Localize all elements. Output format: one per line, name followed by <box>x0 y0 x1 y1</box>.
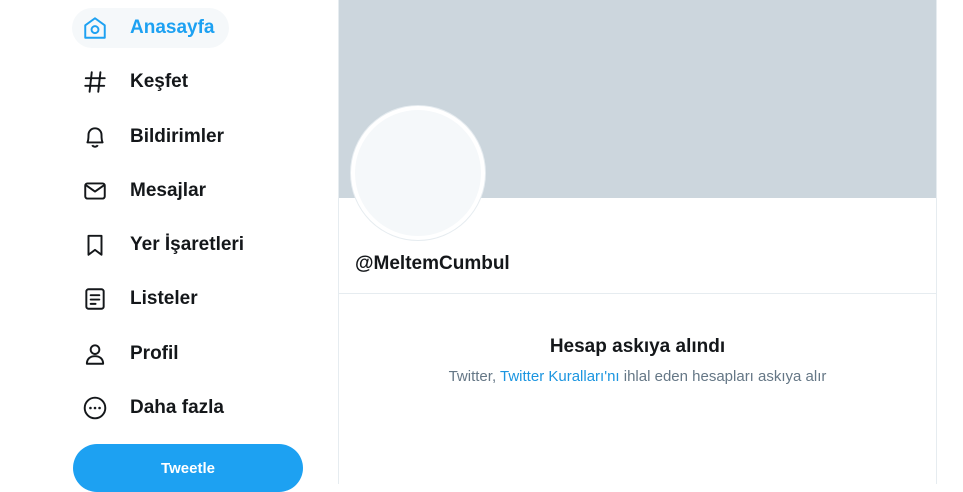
sidebar-item-label: Profil <box>130 343 179 364</box>
sidebar-item-home[interactable]: Anasayfa <box>72 8 229 48</box>
bookmark-icon <box>82 232 108 258</box>
suspended-message: Twitter, Twitter Kuralları'nı ihlal eden… <box>339 368 936 385</box>
sidebar-item-label: Bildirimler <box>130 126 224 147</box>
sidebar-item-explore[interactable]: Keşfet <box>72 62 202 102</box>
sidebar-item-label: Mesajlar <box>130 180 207 201</box>
sidebar-nav: Anasayfa Keşfet Bildirimler Mesajlar Yer… <box>0 0 338 492</box>
sidebar-item-bookmarks[interactable]: Yer İşaretleri <box>72 225 258 265</box>
suspended-title: Hesap askıya alındı <box>549 336 726 357</box>
sidebar-item-notifications[interactable]: Bildirimler <box>72 117 238 157</box>
sidebar-item-more[interactable]: Daha fazla <box>72 388 238 428</box>
avatar[interactable] <box>351 106 485 240</box>
profile-column: @MeltemCumbul Hesap askıya alındı Twitte… <box>338 0 937 484</box>
mail-icon <box>82 178 108 204</box>
sidebar-item-label: Daha fazla <box>130 397 224 418</box>
twitter-rules-link[interactable]: Twitter Kuralları'nı <box>500 368 620 385</box>
tweet-button[interactable]: Tweetle <box>73 444 303 492</box>
suspended-text-suffix: ihlal eden hesapları askıya alır <box>619 368 827 385</box>
profile-handle: @MeltemCumbul <box>355 253 510 274</box>
more-icon <box>82 395 108 421</box>
sidebar-item-lists[interactable]: Listeler <box>72 279 212 319</box>
sidebar-item-profile[interactable]: Profil <box>72 334 193 374</box>
list-icon <box>82 286 108 312</box>
person-icon <box>82 341 108 367</box>
sidebar-item-label: Yer İşaretleri <box>130 234 245 255</box>
sidebar-item-label: Anasayfa <box>130 17 215 38</box>
bell-icon <box>82 124 108 150</box>
hashtag-icon <box>82 69 108 95</box>
sidebar-item-label: Keşfet <box>130 71 189 92</box>
home-icon <box>82 15 108 41</box>
suspended-text-prefix: Twitter, <box>448 368 501 385</box>
sidebar-item-messages[interactable]: Mesajlar <box>72 171 220 211</box>
sidebar-item-label: Listeler <box>130 288 198 309</box>
divider <box>339 293 936 294</box>
